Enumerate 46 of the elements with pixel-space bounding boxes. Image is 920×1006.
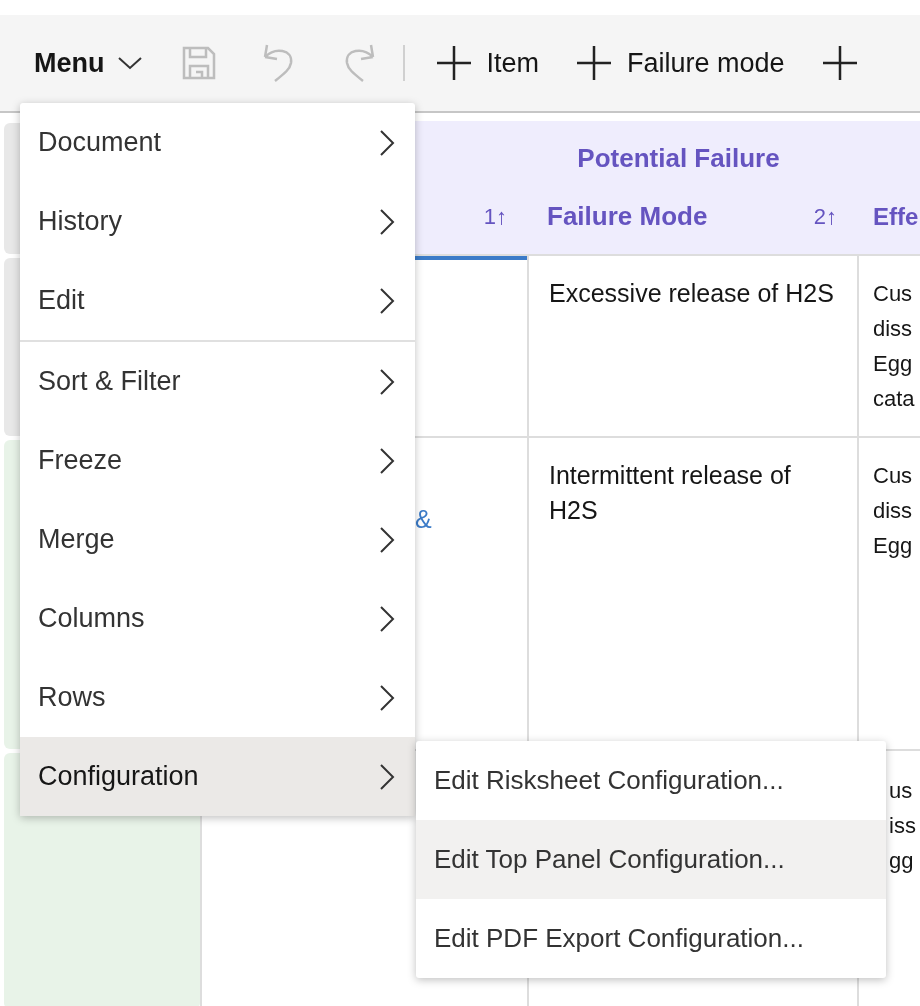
chevron-right-icon bbox=[379, 446, 395, 475]
menu-item[interactable]: Freeze bbox=[20, 421, 415, 500]
chevron-right-icon bbox=[379, 604, 395, 633]
menu-item[interactable]: History bbox=[20, 182, 415, 261]
plus-icon bbox=[434, 44, 473, 82]
menu-item[interactable]: Edit Risksheet Configuration... bbox=[416, 741, 886, 820]
chevron-right-icon bbox=[379, 525, 395, 554]
table-cell-text: cata bbox=[873, 385, 915, 413]
table-cell-text: us bbox=[889, 777, 913, 805]
table-cell-text: Egg bbox=[873, 532, 913, 560]
table-cell: Intermittent release of H2S bbox=[549, 461, 791, 524]
menu-item[interactable]: Sort & Filter bbox=[20, 342, 415, 421]
cell-link[interactable]: & bbox=[415, 505, 432, 533]
chevron-right-icon bbox=[379, 128, 395, 157]
menu-item[interactable]: Edit bbox=[20, 261, 415, 340]
sort-indicator[interactable]: 2↑ bbox=[813, 203, 837, 230]
menu-item[interactable]: Edit Top Panel Configuration... bbox=[416, 820, 886, 899]
menu-item[interactable]: Document bbox=[20, 103, 415, 182]
menu-item[interactable]: Rows bbox=[20, 658, 415, 737]
column-header[interactable]: Effe bbox=[873, 202, 919, 231]
chevron-right-icon bbox=[379, 207, 395, 236]
chevron-right-icon bbox=[379, 286, 395, 315]
table-cell: Excessive release of H2S bbox=[549, 279, 834, 307]
plus-icon bbox=[575, 44, 613, 82]
menu-button[interactable]: Menu bbox=[34, 47, 143, 79]
menu-item[interactable]: Merge bbox=[20, 500, 415, 579]
menu-item[interactable]: Columns bbox=[20, 579, 415, 658]
add-button[interactable]: Failure mode bbox=[575, 44, 785, 82]
menu-item[interactable]: Edit PDF Export Configuration... bbox=[416, 899, 886, 978]
table-cell-text: diss bbox=[873, 315, 913, 343]
sort-indicator[interactable]: 1↑ bbox=[483, 203, 507, 230]
table-cell-text: iss bbox=[889, 812, 916, 840]
table-cell-text: Cus bbox=[873, 280, 913, 308]
add-button[interactable]: Item bbox=[434, 44, 539, 82]
plus-icon[interactable] bbox=[820, 44, 859, 82]
table-cell-text: gg bbox=[889, 847, 914, 875]
chevron-right-icon bbox=[379, 683, 395, 712]
chevron-right-icon bbox=[379, 762, 395, 791]
table-cell-text: diss bbox=[873, 497, 913, 525]
group-title: Potential Failure bbox=[577, 142, 780, 175]
chevron-right-icon bbox=[379, 367, 395, 396]
chevron-down-icon bbox=[116, 55, 143, 71]
table-cell-text: Egg bbox=[873, 350, 913, 378]
column-header[interactable]: Failure Mode bbox=[547, 201, 708, 232]
table-cell-text: Cus bbox=[873, 462, 913, 490]
menu-item[interactable]: Configuration bbox=[20, 737, 415, 816]
